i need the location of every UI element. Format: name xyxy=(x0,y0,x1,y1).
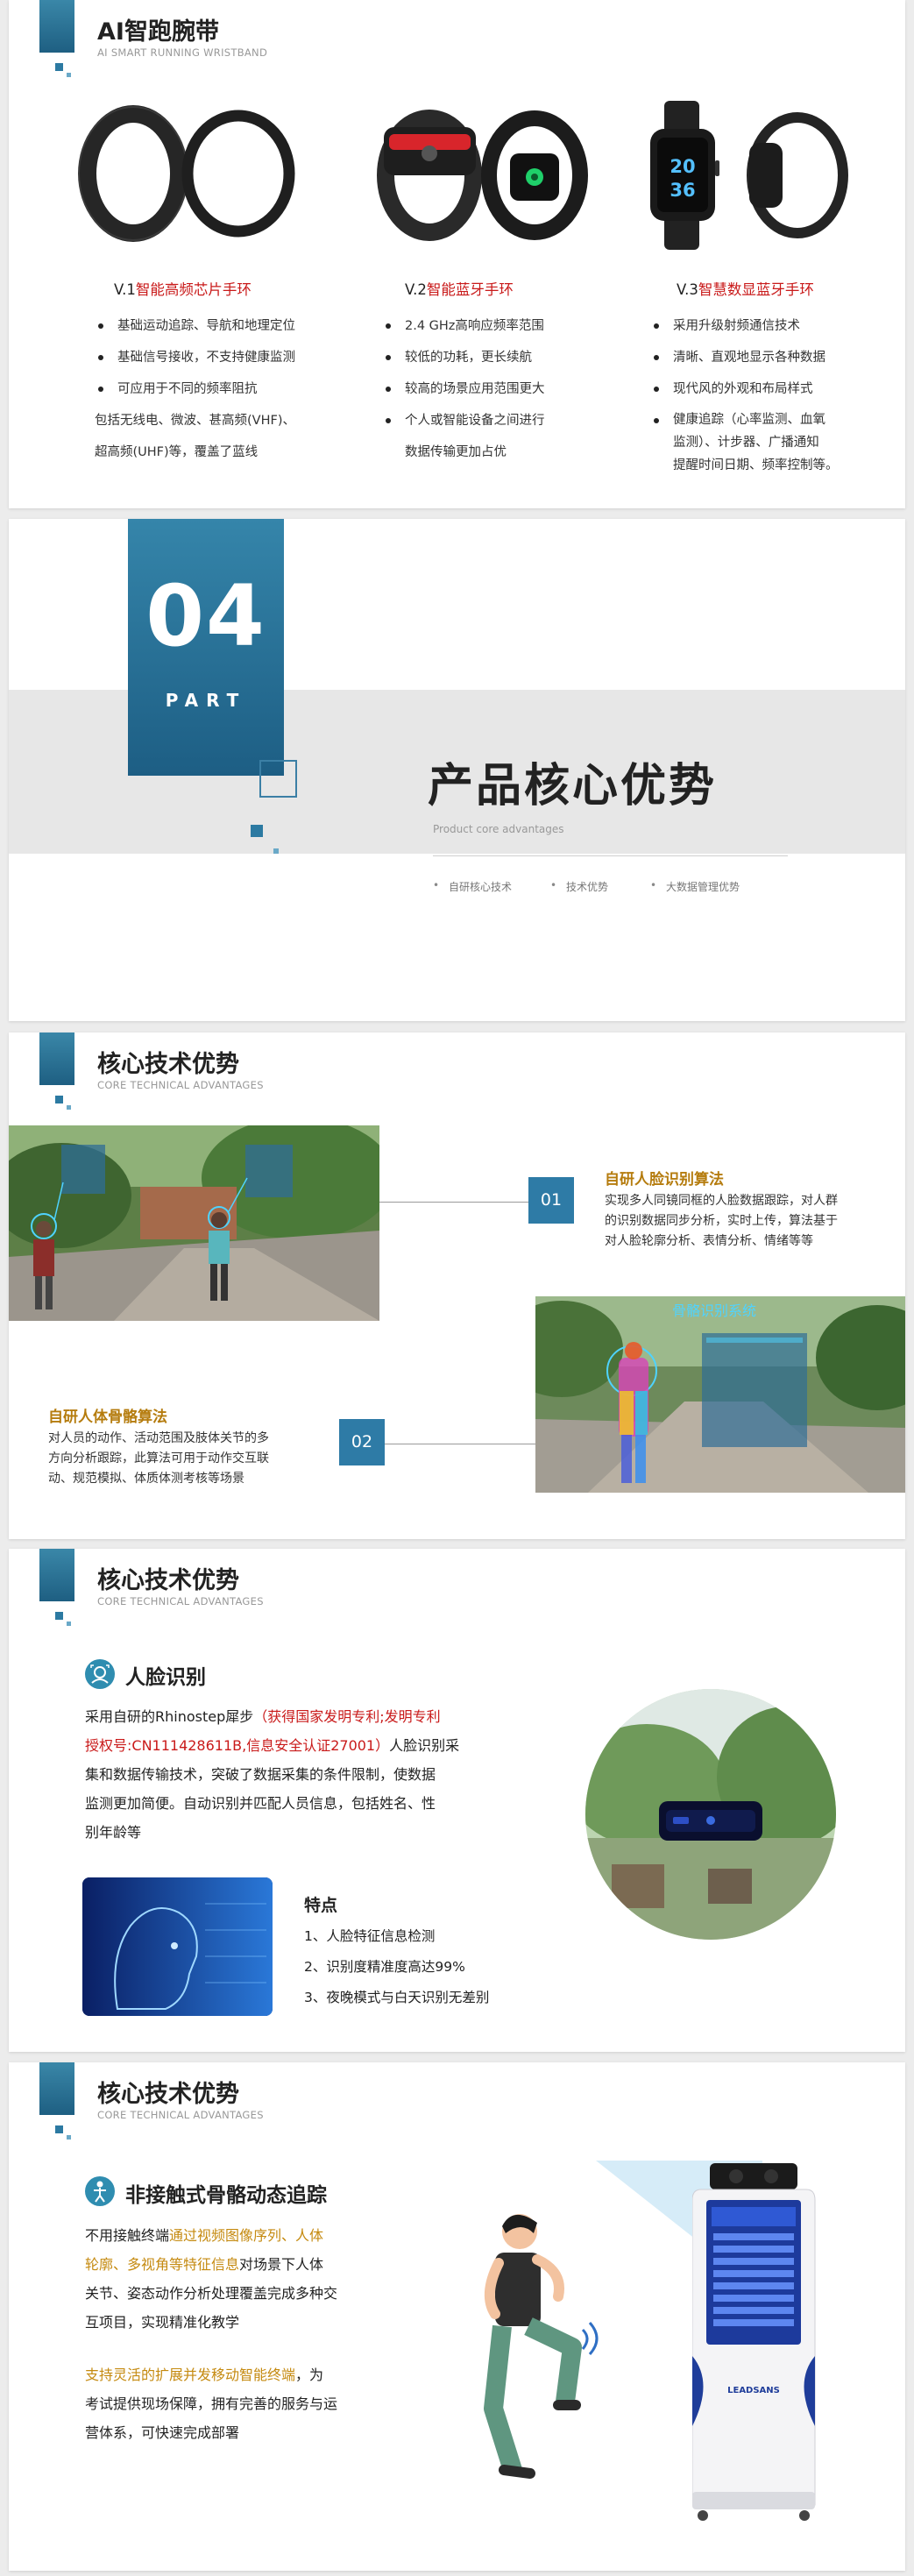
slide-wristband: AI智跑腕带 AI SMART RUNNING WRISTBAND 20 36 … xyxy=(9,0,905,508)
product-v3-title: V.3智慧数显蓝牙手环 xyxy=(677,281,814,298)
slide-title: 核心技术优势 xyxy=(97,1567,239,1594)
skeleton-panel-title: 骨骼识别系统 xyxy=(672,1302,756,1319)
feature-item: 3、夜晚模式与白天识别无差别 xyxy=(304,1990,490,2005)
product-v2-title: V.2智能蓝牙手环 xyxy=(405,281,514,298)
slide-subtitle: CORE TECHNICAL ADVANTAGES xyxy=(97,2109,264,2121)
decorative-square xyxy=(251,825,263,837)
section-title: 产品核心优势 xyxy=(428,760,718,813)
header-accent-square xyxy=(55,2125,63,2133)
feature-text: 数据传输更加占优 xyxy=(405,445,507,459)
topic-item: 技术优势 xyxy=(550,879,608,894)
header-accent-bar xyxy=(39,1549,74,1601)
kiosk-brand: LEADSANS xyxy=(727,2386,780,2395)
exercising-person-illustration xyxy=(484,2214,599,2479)
part-number-box: 04 PART xyxy=(128,519,284,776)
digital-face-image xyxy=(82,1877,273,2016)
slide-title: AI智跑腕带 xyxy=(97,18,219,46)
decorative-square xyxy=(273,848,279,854)
decorative-outline-square xyxy=(259,760,297,798)
feature-bullet: 现代风的外观和布局样式 xyxy=(650,373,896,405)
feature-bullet: 个人或智能设备之间进行 xyxy=(382,405,636,436)
slide-subtitle: AI SMART RUNNING WRISTBAND xyxy=(97,46,268,59)
slide-skeleton-tracking: 核心技术优势 CORE TECHNICAL ADVANTAGES 非接触式骨骼动… xyxy=(9,2062,905,2571)
face-device-photo xyxy=(585,1689,836,1940)
feature-text: 超高频(UHF)等，覆盖了蓝线 xyxy=(95,445,259,459)
feature-description: 对人员的动作、活动范围及肢体关节的多 方向分析跟踪，此算法可用于动作交互联 动、… xyxy=(48,1431,269,1486)
slide-title: 核心技术优势 xyxy=(97,2081,239,2108)
header-accent-square xyxy=(67,73,71,77)
feature-description: 实现多人同镜同框的人脸数据跟踪，对人群 的识别数据同步分析，实时上传，算法基于 … xyxy=(605,1194,838,1248)
feature-number-badge: 01 xyxy=(528,1177,574,1224)
features-heading: 特点 xyxy=(304,1896,338,1915)
skeleton-recognition-photo: 骨骼识别系统 xyxy=(535,1296,905,1493)
feature-bullet: 基础运动追踪、导航和地理定位 xyxy=(95,310,358,342)
header-accent-square xyxy=(67,1622,71,1626)
face-recognition-description: 采用自研的Rhinostep犀步（获得国家发明专利;发明专利 授权号:CN111… xyxy=(85,1708,460,1841)
slide-subtitle: CORE TECHNICAL ADVANTAGES xyxy=(97,1079,264,1091)
feature-number-badge: 02 xyxy=(339,1419,385,1465)
watch-hour: 20 xyxy=(670,156,695,177)
header-accent-bar xyxy=(39,0,74,53)
header-accent-bar xyxy=(39,2062,74,2115)
part-label: PART xyxy=(165,690,247,711)
slide-subtitle: CORE TECHNICAL ADVANTAGES xyxy=(97,1595,264,1607)
feature-bullet-multiline: 健康追踪（心率监测、血氧 监测）、计步器、广播通知 提醒时间日期、频率控制等。 xyxy=(650,405,896,479)
slide-core-tech: 核心技术优势 CORE TECHNICAL ADVANTAGES 01 自研人脸… xyxy=(9,1033,905,1539)
slide-section-divider: 04 PART 产品核心优势 Product core advantages 自… xyxy=(9,519,905,1021)
smartwatch-v3-image: 20 36 xyxy=(650,101,848,250)
face-recognition-photo xyxy=(9,1125,379,1321)
header-accent-square xyxy=(55,1096,63,1103)
skeleton-icon xyxy=(85,2176,115,2206)
header-accent-square xyxy=(55,1612,63,1620)
connector-line xyxy=(379,1202,537,1203)
section-heading: 人脸识别 xyxy=(125,1666,206,1689)
feature-text: 包括无线电、微波、甚高频(VHF)、 xyxy=(95,414,295,428)
header-accent-square xyxy=(55,63,63,71)
skeleton-tracking-description: 不用接触终端通过视频图像序列、人体 轮廓、多视角等特征信息对场景下人体 关节、姿… xyxy=(85,2227,338,2331)
feature-bullet: 清晰、直观地显示各种数据 xyxy=(650,342,896,373)
product-v1-title: V.1智能高频芯片手环 xyxy=(114,281,252,298)
feature-bullet: 较低的功耗，更长续航 xyxy=(382,342,636,373)
section-heading: 非接触式骨骼动态追踪 xyxy=(125,2184,327,2207)
features-list: 1、人脸特征信息检测 2、识别度精准度高达99% 3、夜晚模式与白天识别无差别 xyxy=(304,1921,585,2013)
feature-bullet: 较高的场景应用范围更大 xyxy=(382,373,636,405)
slide-title: 核心技术优势 xyxy=(97,1051,239,1078)
header-accent-bar xyxy=(39,1033,74,1085)
wristband-v1-image xyxy=(78,105,295,242)
deployment-description: 支持灵活的扩展并发移动智能终端，为 考试提供现场保障，拥有完善的服务与运 营体系… xyxy=(85,2367,338,2441)
feature-title: 自研人脸识别算法 xyxy=(605,1171,724,1189)
feature-item: 1、人脸特征信息检测 xyxy=(304,1928,436,1944)
watch-minute: 36 xyxy=(670,180,695,201)
divider xyxy=(433,855,788,856)
slide-face-recognition: 核心技术优势 CORE TECHNICAL ADVANTAGES 人脸识别 采用… xyxy=(9,1549,905,2052)
section-subtitle: Product core advantages xyxy=(433,823,564,835)
feature-bullet: 可应用于不同的频率阻抗 xyxy=(95,373,358,405)
feature-item: 2、识别度精准度高达99% xyxy=(304,1959,465,1975)
feature-bullet: 基础信号接收，不支持健康监测 xyxy=(95,342,358,373)
feature-bullet: 2.4 GHz高响应频率范围 xyxy=(382,310,636,342)
smart-kiosk-illustration: LEADSANS xyxy=(692,2163,816,2521)
face-icon xyxy=(85,1659,115,1689)
product-v1-features: 基础运动追踪、导航和地理定位 基础信号接收，不支持健康监测 可应用于不同的频率阻… xyxy=(95,310,358,468)
part-number: 04 xyxy=(145,567,266,665)
feature-bullet: 采用升级射频通信技术 xyxy=(650,310,896,342)
topic-item: 自研核心技术 xyxy=(433,879,512,894)
product-v2-features: 2.4 GHz高响应频率范围 较低的功耗，更长续航 较高的场景应用范围更大 个人… xyxy=(382,310,636,468)
header-accent-square xyxy=(67,1105,71,1110)
product-v3-features: 采用升级射频通信技术 清晰、直观地显示各种数据 现代风的外观和布局样式 健康追踪… xyxy=(650,310,896,479)
topic-item: 大数据管理优势 xyxy=(650,879,740,894)
wristband-v2-image xyxy=(377,110,588,241)
feature-title: 自研人体骨骼算法 xyxy=(48,1409,167,1426)
header-accent-square xyxy=(67,2135,71,2140)
